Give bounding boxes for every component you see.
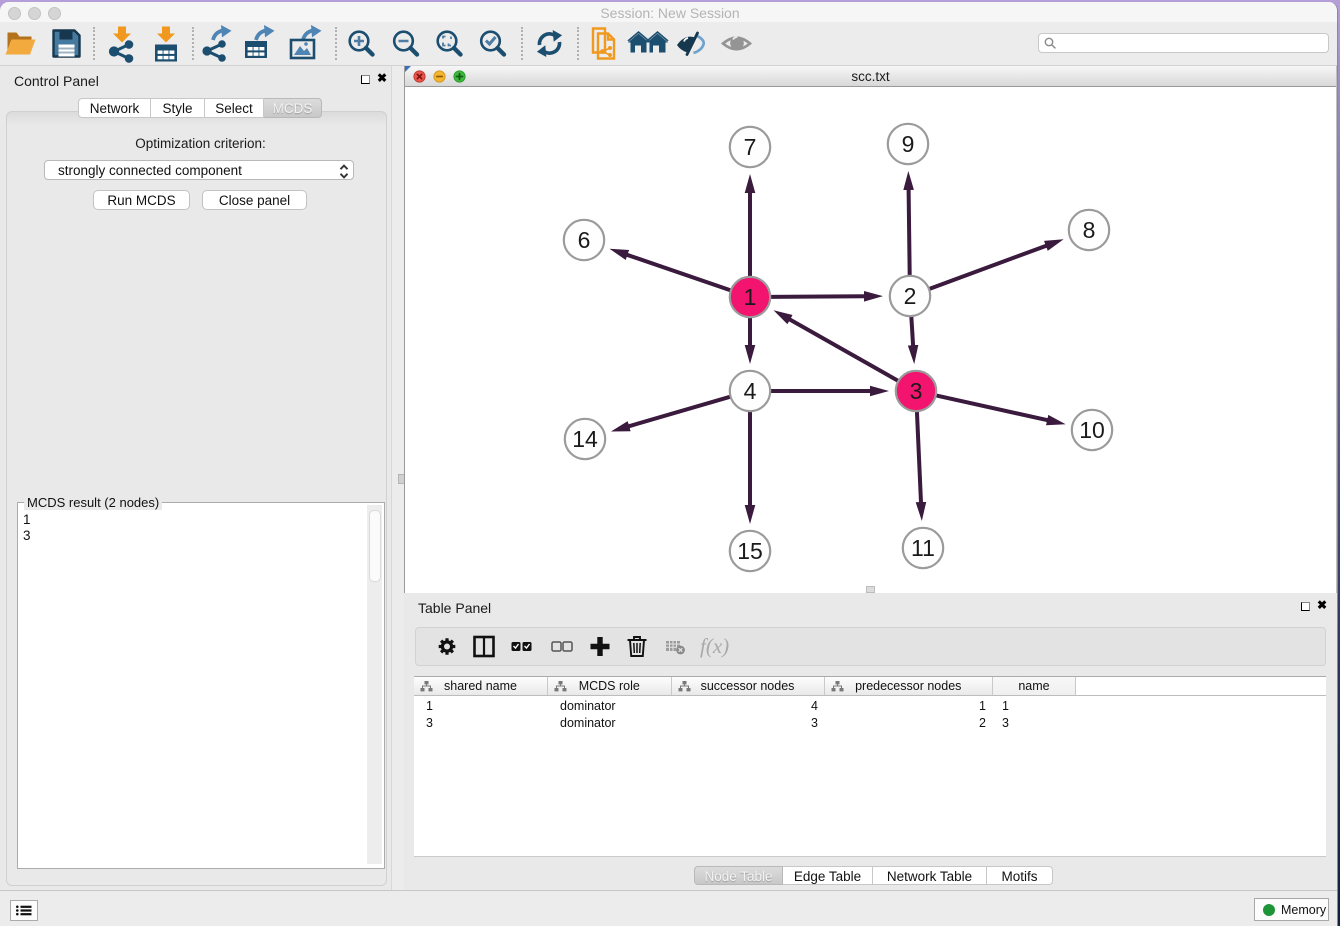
svg-text:14: 14 [572,426,598,452]
svg-text:10: 10 [1079,417,1105,443]
svg-text:8: 8 [1083,217,1096,243]
svg-text:4: 4 [744,378,757,404]
svg-text:9: 9 [902,131,915,157]
svg-text:1: 1 [744,284,757,310]
svg-text:6: 6 [578,227,591,253]
svg-text:2: 2 [904,283,917,309]
svg-text:11: 11 [911,535,935,561]
svg-text:f(x): f(x) [700,634,729,658]
svg-text:7: 7 [744,134,757,160]
svg-text:15: 15 [737,538,763,564]
svg-text:3: 3 [910,378,923,404]
